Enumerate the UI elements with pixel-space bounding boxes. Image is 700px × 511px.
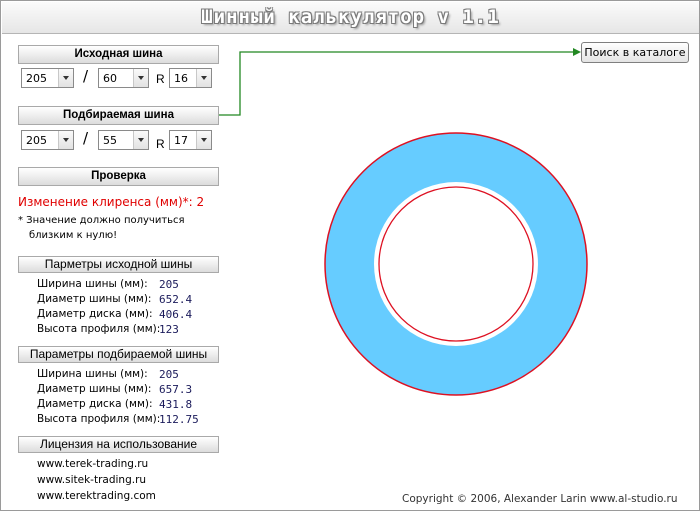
tire-diagram	[324, 132, 588, 396]
calculator-window: Шинный калькулятор v 1.1 Исходная шина 2…	[0, 0, 700, 511]
copyright-text: Copyright © 2006, Alexander Larin www.al…	[402, 493, 678, 505]
catalog-search-button[interactable]: Поиск в каталоге	[581, 42, 689, 63]
rim-outline-circle	[378, 186, 534, 342]
